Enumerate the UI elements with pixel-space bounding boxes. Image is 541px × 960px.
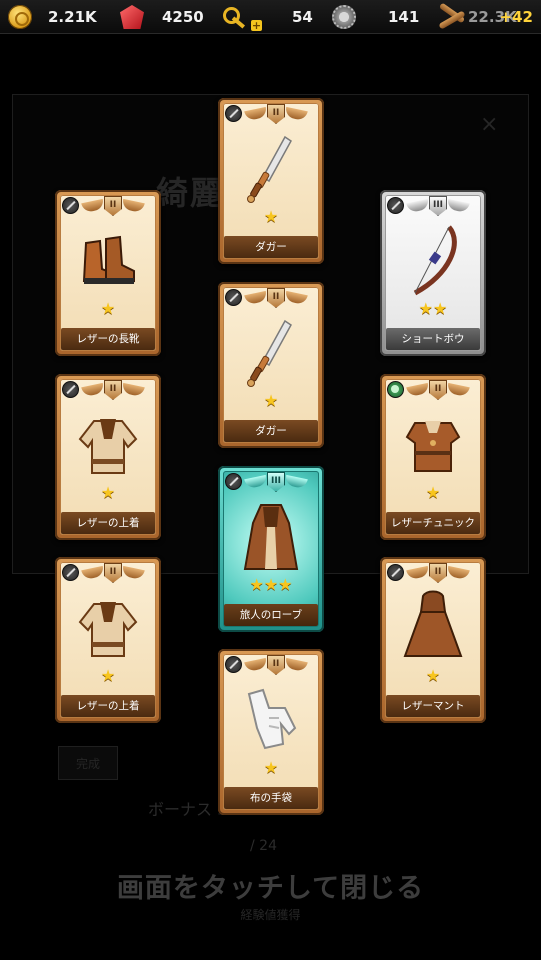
tunic-icon (405, 421, 461, 472)
background-tag: 完成 (58, 746, 118, 780)
armor-category-icon (387, 381, 404, 398)
item-name: レザーの長靴 (61, 328, 155, 350)
close-icon: × (480, 112, 499, 137)
item-name: ショートボウ (386, 328, 480, 350)
gear-value: 141 (388, 8, 420, 26)
item-name: レザーチュニック (386, 512, 480, 534)
background-footer-text: 経験値獲得 (240, 908, 301, 922)
star-rating: ★ (263, 758, 279, 777)
sword-category-icon (62, 381, 79, 398)
jacket-icon (78, 419, 138, 474)
key-value: 54 (292, 8, 313, 26)
rank-crest: II (406, 380, 470, 402)
star-rating: ★ (263, 207, 279, 226)
star-rating: ★ (263, 391, 279, 410)
item-name: 布の手袋 (224, 787, 318, 809)
boots-icon (82, 235, 135, 284)
rank-crest: II (81, 380, 145, 402)
resource-bar: 2.21K + 4250 54 141 22.3K +42 (0, 0, 541, 34)
card-traveler-robe[interactable]: III ★★★ 旅人のローブ (218, 466, 324, 632)
card-dagger[interactable]: II ★ ダガー (218, 98, 324, 264)
gear-icon (332, 5, 356, 29)
sword-category-icon (225, 473, 242, 490)
item-name: 旅人のローブ (224, 604, 318, 626)
sword-category-icon (62, 564, 79, 581)
star-rating: ★ (425, 483, 441, 502)
rank-crest: II (244, 104, 308, 126)
gem-counter[interactable]: + 4250 (120, 0, 262, 34)
card-leather-jacket[interactable]: II ★ レザーの上着 (55, 374, 161, 540)
card-leather-boots[interactable]: II ★ レザーの長靴 (55, 190, 161, 356)
rank-crest: II (406, 563, 470, 585)
sword-category-icon (62, 197, 79, 214)
card-short-bow[interactable]: III ★★ ショートボウ (380, 190, 486, 356)
card-cloth-gloves[interactable]: II ★ 布の手袋 (218, 649, 324, 815)
ruby-icon (120, 5, 144, 29)
add-gems-icon[interactable]: + (251, 20, 262, 31)
dagger-icon (247, 319, 292, 387)
item-name: ダガー (224, 236, 318, 258)
sword-category-icon (387, 564, 404, 581)
glove-icon (247, 688, 297, 750)
key-icon (222, 5, 246, 29)
rank-crest: II (81, 196, 145, 218)
wood-bonus: +42 (499, 8, 533, 26)
dagger-icon (247, 135, 292, 203)
rank-crest: II (81, 563, 145, 585)
item-name: レザーの上着 (61, 512, 155, 534)
sword-category-icon (225, 289, 242, 306)
card-leather-mantle[interactable]: II ★ レザーマント (380, 557, 486, 723)
gear-counter[interactable]: 141 (332, 0, 419, 34)
bow-icon (413, 225, 457, 296)
sword-category-icon (225, 105, 242, 122)
star-rating: ★ (425, 666, 441, 685)
rank-crest: III (244, 472, 308, 494)
star-rating: ★ (100, 299, 116, 318)
sword-category-icon (387, 197, 404, 214)
star-rating: ★ (100, 666, 116, 685)
rank-crest: III (406, 196, 470, 218)
key-counter[interactable]: 54 (222, 0, 313, 34)
item-name: ダガー (224, 420, 318, 442)
star-rating: ★★ (418, 299, 448, 318)
item-name: レザーの上着 (61, 695, 155, 717)
wood-log-icon (436, 2, 466, 30)
card-leather-jacket[interactable]: II ★ レザーの上着 (55, 557, 161, 723)
star-rating: ★ (100, 483, 116, 502)
card-leather-tunic[interactable]: II ★ レザーチュニック (380, 374, 486, 540)
gold-counter[interactable]: 2.21K (8, 0, 97, 34)
sword-category-icon (225, 656, 242, 673)
robe-icon (243, 504, 299, 570)
star-rating: ★★★ (249, 575, 293, 594)
jacket-icon (78, 602, 138, 657)
gold-coin-icon (8, 5, 32, 29)
rank-crest: II (244, 655, 308, 677)
mantle-icon (403, 590, 463, 657)
gem-value: 4250 (162, 8, 204, 26)
rank-crest: II (244, 288, 308, 310)
gold-value: 2.21K (48, 8, 97, 26)
tap-to-close-prompt[interactable]: 画面をタッチして閉じる (0, 866, 541, 905)
background-count-text: / 24 (250, 838, 277, 854)
card-dagger[interactable]: II ★ ダガー (218, 282, 324, 448)
item-name: レザーマント (386, 695, 480, 717)
